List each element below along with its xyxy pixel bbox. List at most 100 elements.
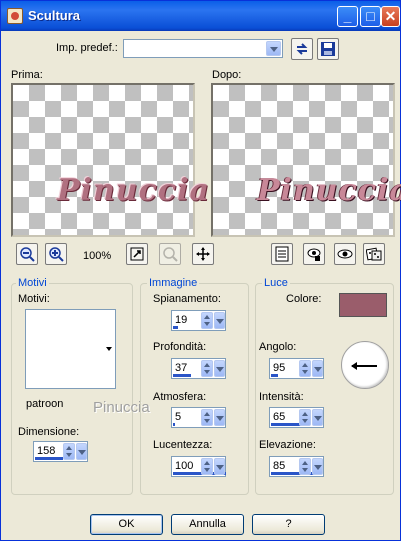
up-down-arrows-icon[interactable] <box>201 458 213 475</box>
pattern-picker[interactable] <box>25 309 116 389</box>
preview-signature: Pinuccia <box>257 173 401 208</box>
smoothness-spinner[interactable]: 19 <box>171 310 226 331</box>
motivi-label: Motivi: <box>18 293 50 305</box>
up-down-arrows-icon[interactable] <box>201 312 213 329</box>
swap-arrows-icon <box>296 43 308 55</box>
after-preview[interactable]: Pinuccia <box>211 83 401 237</box>
after-label: Dopo: <box>212 69 242 81</box>
preview-signature: Pinuccia <box>57 173 210 208</box>
chevron-down-icon[interactable] <box>266 41 281 56</box>
cancel-button[interactable]: Annulla <box>171 514 244 535</box>
depth-spinner[interactable]: 37 <box>171 358 226 379</box>
minimize-button[interactable]: _ <box>337 6 358 27</box>
intensity-spinner[interactable]: 65 <box>269 407 324 428</box>
shininess-spinner[interactable]: 100 <box>171 456 226 477</box>
proof-list-icon <box>275 246 289 262</box>
elevation-spinner[interactable]: 85 <box>269 456 324 477</box>
zoom-level: 100% <box>83 250 112 262</box>
size-slider-bar <box>35 457 63 460</box>
navigate-button[interactable] <box>159 243 181 265</box>
pan-button[interactable] <box>192 243 214 265</box>
shininess-label: Lucentezza: <box>153 439 213 451</box>
size-value: 158 <box>37 445 56 457</box>
chevron-down-icon[interactable] <box>214 458 225 475</box>
proof-button[interactable] <box>271 243 293 265</box>
zoom-in-button[interactable] <box>45 243 67 265</box>
chevron-down-icon[interactable] <box>312 458 323 475</box>
smoothness-value: 19 <box>175 314 188 326</box>
maximize-button[interactable]: □ <box>360 6 381 27</box>
size-label: Dimensione: <box>18 426 80 438</box>
before-label: Prima: <box>11 69 43 81</box>
window-title: Scultura <box>28 8 81 23</box>
motivi-group-title: Motivi <box>16 277 49 289</box>
reset-preset-button[interactable] <box>291 38 313 60</box>
auto-proof-button[interactable] <box>303 243 325 265</box>
size-spinner[interactable]: 158 <box>33 441 88 462</box>
up-down-arrows-icon[interactable] <box>299 360 311 377</box>
ambience-label: Atmosfera: <box>153 391 207 403</box>
chevron-down-icon[interactable] <box>214 409 225 426</box>
light-color-swatch[interactable] <box>339 293 387 317</box>
up-down-arrows-icon[interactable] <box>299 458 311 475</box>
eye-icon <box>337 249 353 259</box>
before-preview[interactable]: Pinuccia <box>11 83 209 237</box>
caret-down-icon[interactable] <box>106 347 112 351</box>
up-down-arrows-icon[interactable] <box>299 409 311 426</box>
angle-slider-bar <box>271 374 278 377</box>
fit-window-icon <box>130 247 144 261</box>
zoom-out-button[interactable] <box>16 243 38 265</box>
zoom-to-fit-button[interactable] <box>126 243 148 265</box>
dice-icon <box>366 247 382 261</box>
angle-dial[interactable] <box>341 341 389 389</box>
close-icon: ✕ <box>384 8 397 24</box>
pattern-name: patroon <box>26 398 64 410</box>
smoothness-slider-bar <box>173 326 178 329</box>
up-down-arrows-icon[interactable] <box>201 360 213 377</box>
smoothness-label: Spianamento: <box>153 293 221 305</box>
elevation-label: Elevazione: <box>259 439 316 451</box>
ambience-spinner[interactable]: 5 <box>171 407 226 428</box>
angle-label: Angolo: <box>259 341 297 353</box>
move-arrows-icon <box>196 247 210 261</box>
depth-label: Profondità: <box>153 341 207 353</box>
zoom-out-icon <box>20 247 35 262</box>
intensity-label: Intensità: <box>259 391 304 403</box>
chevron-down-icon[interactable] <box>214 360 225 377</box>
ambience-value: 5 <box>175 411 182 423</box>
chevron-down-icon[interactable] <box>312 409 323 426</box>
ambience-slider-bar <box>173 423 175 426</box>
intensity-value: 65 <box>273 411 286 423</box>
title-bar[interactable]: Scultura _ □ ✕ <box>1 1 400 31</box>
randomize-button[interactable] <box>363 243 385 265</box>
immagine-group-title: Immagine <box>147 277 200 289</box>
floppy-disk-icon <box>321 42 335 56</box>
depth-slider-bar <box>173 374 191 377</box>
help-button[interactable]: ? <box>252 514 325 535</box>
magnifier-disabled-icon <box>163 247 178 262</box>
eye-lock-icon <box>307 248 321 261</box>
zoom-in-icon <box>49 247 64 262</box>
app-icon <box>7 8 23 24</box>
elevation-value: 85 <box>273 460 286 472</box>
chevron-down-icon[interactable] <box>214 312 225 329</box>
up-down-arrows-icon[interactable] <box>201 409 213 426</box>
maximize-icon: □ <box>366 8 375 24</box>
chevron-down-icon[interactable] <box>76 443 87 460</box>
ok-button[interactable]: OK <box>90 514 163 535</box>
depth-value: 37 <box>175 362 188 374</box>
minimize-icon: _ <box>343 8 352 24</box>
angle-value: 95 <box>273 362 286 374</box>
luce-group-title: Luce <box>262 277 290 289</box>
color-label: Colore: <box>286 293 322 305</box>
close-button[interactable]: ✕ <box>381 6 400 27</box>
chevron-down-icon[interactable] <box>312 360 323 377</box>
preset-select[interactable] <box>123 39 283 58</box>
dialog-window: Scultura _ □ ✕ Imp. predef.: Prima: Dopo… <box>0 0 401 541</box>
up-down-arrows-icon[interactable] <box>63 443 75 460</box>
shininess-value: 100 <box>175 460 194 472</box>
preview-on-image-button[interactable] <box>334 243 356 265</box>
angle-spinner[interactable]: 95 <box>269 358 324 379</box>
save-preset-button[interactable] <box>317 38 339 60</box>
angle-pointer-icon <box>351 362 377 370</box>
